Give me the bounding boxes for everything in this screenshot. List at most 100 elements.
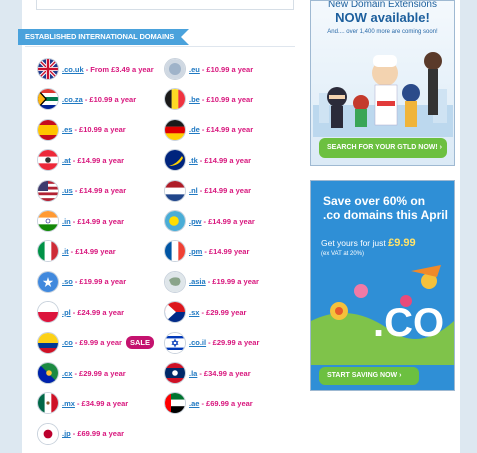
- domain-price: - £10.99 a year: [201, 94, 254, 104]
- domain-tld-link[interactable]: .so: [62, 277, 73, 286]
- domain-tld-link[interactable]: .be: [189, 95, 200, 104]
- search-gtld-button[interactable]: SEARCH FOR YOUR GTLD NOW! ›: [319, 138, 447, 158]
- domain-price: - £14.99 year: [204, 246, 250, 256]
- domain-tld-link[interactable]: .pm: [189, 247, 202, 256]
- domain-price: - £14.99 a year: [72, 155, 125, 165]
- india-flag-icon: [37, 210, 59, 232]
- japan-flag-icon: [37, 422, 59, 445]
- domain-tld-link[interactable]: .co: [62, 338, 73, 347]
- co-promo-headline: Save over 60% on .co domains this April: [323, 194, 448, 222]
- domain-item[interactable]: .jp - £69.99 a year: [37, 422, 125, 445]
- domain-tld-link[interactable]: .pw: [189, 217, 202, 226]
- sale-badge: SALE: [125, 336, 154, 350]
- domain-price: - £14.99 a year: [201, 125, 254, 135]
- domain-tld-link[interactable]: .es: [62, 125, 72, 134]
- domain-item[interactable]: .ae - £69.99 a year: [164, 392, 253, 415]
- co-promo-banner[interactable]: Save over 60% on .co domains this April G…: [310, 180, 455, 391]
- austria-flag-icon: [37, 149, 59, 172]
- domain-item[interactable]: .la - £34.99 a year: [164, 362, 251, 384]
- eu-flag-icon: [164, 58, 186, 80]
- domain-item[interactable]: .pw - £14.99 a year: [164, 210, 255, 232]
- domain-price: - £24.99 a year: [72, 307, 125, 317]
- asia-map-icon: [164, 270, 186, 293]
- sint-maarten-flag-icon: [164, 301, 186, 324]
- israel-flag-icon: [164, 331, 186, 354]
- domain-tld-link[interactable]: .de: [189, 125, 200, 134]
- domain-price: - £29.99 year: [201, 307, 247, 317]
- co-logo: .CO: [373, 301, 445, 345]
- domain-item[interactable]: .in - £14.99 a year: [37, 210, 124, 232]
- domain-item[interactable]: .pm - £14.99 year: [164, 240, 250, 263]
- domain-item[interactable]: .co - £9.99 a year SALE: [37, 331, 154, 354]
- section-ribbon: ESTABLISHED INTERNATIONAL DOMAINS: [18, 29, 190, 45]
- domain-item[interactable]: .es - £10.99 a year: [37, 118, 126, 141]
- gtld-banner-line1: New Domain Extensions: [328, 0, 437, 10]
- colombia-flag-icon: [37, 331, 59, 354]
- spain-flag-icon: [37, 118, 59, 141]
- south-africa-flag-icon: [37, 88, 59, 111]
- domain-item[interactable]: .co.uk - From £3.49 a year: [37, 58, 154, 80]
- domain-tld-link[interactable]: .ae: [189, 399, 199, 408]
- gtld-banner[interactable]: New Domain Extensions NOW available! And…: [310, 0, 455, 166]
- palau-flag-icon: [164, 210, 186, 232]
- domain-item[interactable]: .mx - £34.99 a year: [37, 392, 129, 415]
- domain-item[interactable]: .us - £14.99 a year: [37, 179, 127, 202]
- ninja-characters-illustration: [313, 52, 453, 137]
- domain-tld-link[interactable]: .sx: [189, 308, 199, 317]
- domain-tld-link[interactable]: .in: [62, 217, 71, 226]
- domain-tld-link[interactable]: .la: [189, 369, 197, 378]
- domain-price: - £10.99 a year: [201, 64, 254, 74]
- domain-tld-link[interactable]: .it: [62, 247, 69, 256]
- domain-tld-link[interactable]: .cx: [62, 369, 72, 378]
- domain-item[interactable]: .co.il - £29.99 a year: [164, 331, 259, 354]
- somalia-flag-icon: [37, 270, 59, 293]
- start-saving-button[interactable]: START SAVING NOW ›: [319, 367, 419, 385]
- domain-item[interactable]: .cx - £29.99 a year: [37, 362, 126, 384]
- domain-tld-link[interactable]: .pl: [62, 308, 71, 317]
- domain-tld-link[interactable]: .mx: [62, 399, 75, 408]
- section-divider: [25, 46, 295, 47]
- domain-item[interactable]: .pl - £24.99 a year: [37, 301, 125, 324]
- belgium-flag-icon: [164, 88, 186, 111]
- domain-tld-link[interactable]: .tk: [189, 156, 198, 165]
- domain-tld-link[interactable]: .co.za: [62, 95, 83, 104]
- domain-price: - £14.99 a year: [72, 216, 125, 226]
- domain-item[interactable]: .tk - £14.99 a year: [164, 149, 251, 172]
- domain-item[interactable]: .be - £10.99 a year: [164, 88, 254, 111]
- co-promo-offer: Get yours for just £9.99: [321, 237, 416, 249]
- domain-item[interactable]: .de - £14.99 a year: [164, 118, 254, 141]
- domain-item[interactable]: .at - £14.99 a year: [37, 149, 125, 172]
- domain-price: - £14.99 year: [70, 246, 116, 256]
- domain-price: - £10.99 a year: [84, 94, 137, 104]
- france-flag-icon: [164, 240, 186, 263]
- domain-item[interactable]: .nl - £14.99 a year: [164, 179, 252, 202]
- domain-tld-link[interactable]: .at: [62, 156, 71, 165]
- domain-item[interactable]: .so - £19.99 a year: [37, 270, 126, 293]
- uk-flag-icon: [37, 58, 59, 80]
- italy-flag-icon: [37, 240, 59, 263]
- domain-tld-link[interactable]: .us: [62, 186, 73, 195]
- domain-price: - £69.99 a year: [72, 429, 125, 439]
- domain-item[interactable]: .asia - £19.99 a year: [164, 270, 259, 293]
- domain-item[interactable]: .sx - £29.99 year: [164, 301, 247, 324]
- domain-price: - £29.99 a year: [74, 368, 126, 378]
- domain-price: - £19.99 a year: [207, 277, 259, 287]
- chevron-right-icon: ›: [399, 372, 402, 379]
- domain-price: - £34.99 a year: [76, 398, 129, 408]
- germany-flag-icon: [164, 118, 186, 141]
- domain-tld-link[interactable]: .eu: [189, 65, 200, 74]
- domain-item[interactable]: .eu - £10.99 a year: [164, 58, 253, 80]
- domain-tld-link[interactable]: .co.il: [189, 338, 206, 347]
- domain-tld-link[interactable]: .asia: [189, 277, 206, 286]
- domain-tld-link[interactable]: .jp: [62, 429, 71, 438]
- domain-price: - £14.99 a year: [199, 186, 252, 196]
- domain-price: - From £3.49 a year: [85, 64, 154, 74]
- usa-flag-icon: [37, 179, 59, 202]
- domain-item[interactable]: .co.za - £10.99 a year: [37, 88, 137, 111]
- domain-item[interactable]: .it - £14.99 year: [37, 240, 116, 263]
- netherlands-flag-icon: [164, 179, 186, 202]
- domain-price: - £14.99 a year: [74, 186, 127, 196]
- domain-tld-link[interactable]: .nl: [189, 186, 198, 195]
- poland-flag-icon: [37, 301, 59, 324]
- domain-tld-link[interactable]: .co.uk: [62, 65, 84, 74]
